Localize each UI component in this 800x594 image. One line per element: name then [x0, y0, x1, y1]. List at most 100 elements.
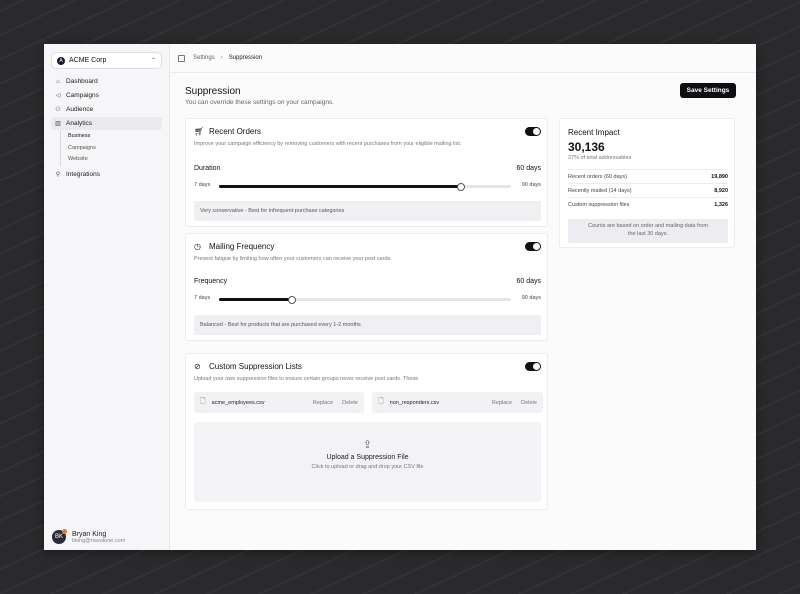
- impact-title: Recent Impact: [568, 128, 620, 137]
- status-dot: [62, 529, 67, 534]
- file-item: 🗋︎ acme_employees.csv Replace Delete: [194, 392, 364, 413]
- slider-fill: [219, 298, 292, 301]
- upload-title: Upload a Suppression File: [326, 454, 409, 461]
- sidebar-item-label: Campaigns: [66, 92, 99, 99]
- sidebar-item-integrations[interactable]: ⚲ Integrations: [51, 168, 162, 181]
- delete-button[interactable]: Delete: [521, 400, 537, 406]
- cart-icon: 🛒︎: [194, 127, 205, 136]
- main-content: Settings › Suppression Suppression You c…: [170, 44, 756, 550]
- user-email: bking@navutone.com: [72, 537, 126, 544]
- subnav-item-campaigns[interactable]: Campaigns: [68, 143, 162, 155]
- chart-icon: ▥: [55, 121, 61, 127]
- recent-orders-toggle[interactable]: [525, 127, 541, 136]
- sidebar-item-audience[interactable]: ⚇ Audience: [51, 103, 162, 116]
- slider-thumb[interactable]: [457, 182, 466, 191]
- card-title: Custom Suppression Lists: [209, 362, 302, 371]
- stat-value: 1,326: [714, 201, 728, 208]
- slider-min: 7 days: [194, 182, 211, 188]
- stat-value: 8,920: [714, 187, 728, 194]
- mailing-frequency-card: ◷ Mailing Frequency Prevent fatigue by l…: [185, 233, 548, 341]
- slider-track[interactable]: [219, 182, 511, 191]
- file-item: 🗋︎ non_responders.csv Replace Delete: [372, 392, 543, 413]
- sidebar-toggle-icon[interactable]: [178, 54, 185, 62]
- upload-dropzone[interactable]: ⇪ Upload a Suppression File Click to upl…: [194, 422, 541, 502]
- slider-fill: [219, 185, 462, 188]
- breadcrumb-current: Suppression: [228, 55, 263, 61]
- card-header: 🛒︎ Recent Orders: [194, 127, 261, 136]
- stat-row: Recently mailed (14 days) 8,920: [568, 183, 728, 197]
- ban-icon: ⊘: [194, 362, 201, 371]
- slider-max: 90 days: [521, 182, 541, 188]
- sidebar: A ACME Corp ⌃ ⌂ Dashboard ◁ Campaigns ⚇ …: [44, 44, 170, 550]
- subnav-item-business[interactable]: Business: [68, 131, 162, 143]
- card-header: ◷ Mailing Frequency: [194, 242, 274, 251]
- user-name: Bryan King: [72, 530, 107, 538]
- sidebar-item-dashboard[interactable]: ⌂ Dashboard: [51, 75, 162, 88]
- upload-icon: ⇪: [362, 439, 373, 451]
- file-name: acme_employees.csv: [211, 399, 265, 406]
- file-icon: 🗋︎: [200, 398, 206, 405]
- recent-impact-card: Recent Impact 30,136 27% of total addres…: [559, 118, 735, 248]
- chevron-right-icon: ›: [220, 55, 223, 61]
- analytics-subnav: Business Campaigns Website: [60, 131, 162, 166]
- user-profile[interactable]: BK Bryan King bking@navutone.com: [52, 529, 126, 544]
- save-settings-button[interactable]: Save Settings: [680, 83, 736, 98]
- chevron-updown-icon: ⌃: [150, 58, 156, 64]
- mailing-frequency-toggle[interactable]: [525, 242, 541, 251]
- users-icon: ⚇: [55, 107, 61, 113]
- stat-value: 19,890: [711, 173, 728, 180]
- org-name: ACME Corp: [69, 57, 107, 64]
- recent-orders-card: 🛒︎ Recent Orders Improve your campaign e…: [185, 118, 548, 227]
- breadcrumb-settings[interactable]: Settings: [193, 55, 215, 61]
- home-icon: ⌂: [56, 78, 60, 85]
- page-subtitle: You can override these settings on your …: [185, 99, 334, 106]
- card-header: ⊘ Custom Suppression Lists: [194, 362, 302, 371]
- sidebar-item-label: Integrations: [66, 170, 100, 178]
- replace-button[interactable]: Replace: [492, 400, 512, 406]
- slider-thumb[interactable]: [288, 295, 296, 304]
- app-window: A ACME Corp ⌃ ⌂ Dashboard ◁ Campaigns ⚇ …: [44, 44, 756, 550]
- delete-button[interactable]: Delete: [342, 400, 358, 406]
- replace-button[interactable]: Replace: [313, 400, 333, 406]
- sidebar-item-label: Audience: [66, 106, 94, 113]
- sidebar-item-label: Dashboard: [66, 78, 98, 85]
- main-nav: ⌂ Dashboard ◁ Campaigns ⚇ Audience ▥ Ana…: [51, 75, 162, 181]
- custom-suppression-card: ⊘ Custom Suppression Lists Upload your o…: [185, 353, 548, 510]
- avatar: BK: [52, 529, 67, 544]
- card-description: Upload your own suppression files to ens…: [194, 376, 419, 382]
- slider-value: 60 days: [516, 165, 541, 172]
- sidebar-item-analytics[interactable]: ▥ Analytics: [51, 117, 162, 130]
- breadcrumb: Settings › Suppression: [170, 44, 756, 73]
- frequency-slider[interactable]: 7 days 90 days: [194, 295, 541, 304]
- card-title: Recent Orders: [209, 127, 262, 136]
- stat-label: Recent orders (60 days): [568, 173, 627, 180]
- stat-label: Recently mailed (14 days): [568, 187, 632, 194]
- slider-track[interactable]: [219, 295, 511, 304]
- card-description: Prevent fatigue by limiting how often yo…: [194, 256, 392, 262]
- impact-note: Counts are based on order and mailing da…: [568, 219, 728, 243]
- org-logo: A: [57, 56, 65, 65]
- megaphone-icon: ◁: [55, 93, 61, 99]
- stat-label: Custom suppression files: [568, 201, 630, 208]
- duration-slider[interactable]: 7 days 90 days: [194, 182, 541, 191]
- slider-value: 60 days: [516, 278, 541, 285]
- slider-note: Balanced - Best for products that are pu…: [194, 315, 541, 335]
- sidebar-item-label: Analytics: [66, 120, 93, 127]
- slider-max: 90 days: [521, 295, 541, 301]
- avatar-initials: BK: [54, 534, 63, 540]
- impact-subtitle: 27% of total addressables: [568, 155, 632, 161]
- card-title: Mailing Frequency: [209, 242, 275, 251]
- slider-note: Very conservative - Best for infrequent …: [194, 201, 541, 221]
- card-description: Improve your campaign efficiency by remo…: [194, 141, 462, 147]
- custom-lists-toggle[interactable]: [525, 362, 541, 371]
- page-title: Suppression: [185, 86, 241, 97]
- org-switcher[interactable]: A ACME Corp ⌃: [51, 52, 162, 69]
- file-icon: 🗋︎: [378, 398, 384, 405]
- slider-label: Frequency: [194, 278, 228, 285]
- file-name: non_responders.csv: [389, 399, 440, 406]
- stat-row: Custom suppression files 1,326: [568, 197, 728, 211]
- clock-icon: ◷: [194, 242, 201, 251]
- sidebar-item-campaigns[interactable]: ◁ Campaigns: [51, 89, 162, 102]
- impact-total: 30,136: [568, 140, 605, 154]
- subnav-item-website[interactable]: Website: [68, 154, 162, 166]
